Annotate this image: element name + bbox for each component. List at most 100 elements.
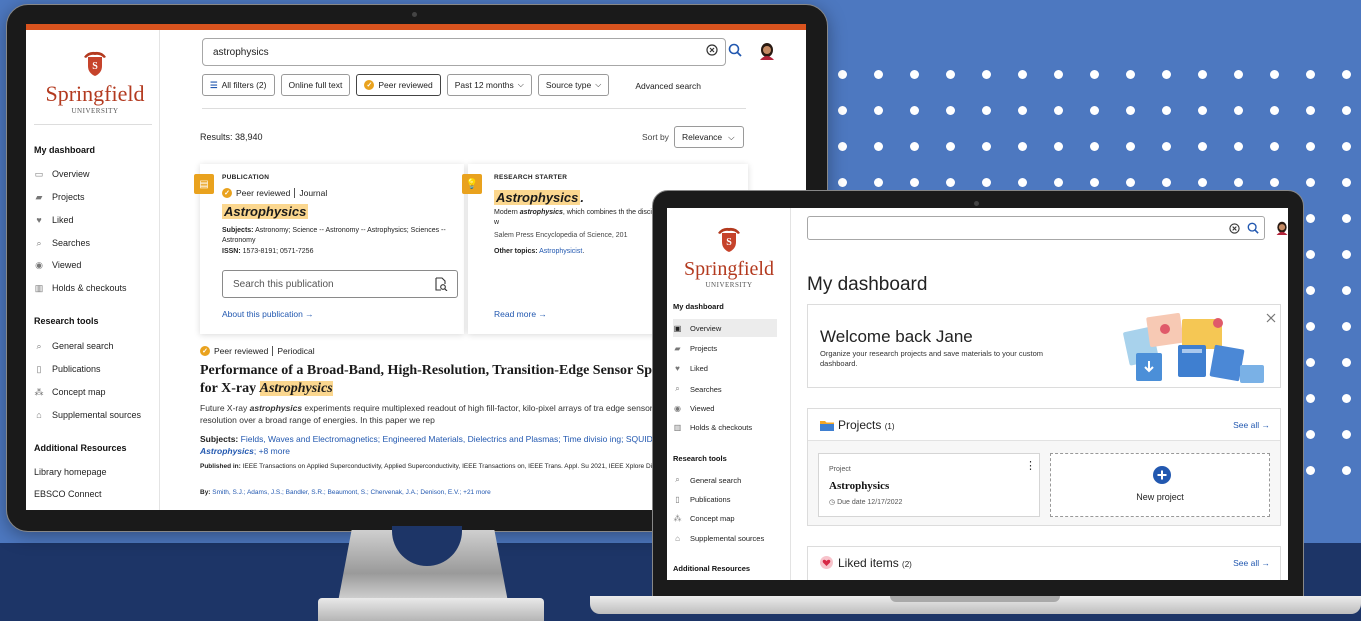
decor-dot [838,70,847,79]
clear-icon[interactable] [706,44,718,56]
liked-see-all-link[interactable]: See all → [1233,558,1270,568]
new-project-button[interactable]: New project [1050,453,1270,517]
logo[interactable]: S Springfield UNIVERSITY [677,224,781,289]
search-input[interactable]: astrophysics [202,38,726,66]
decor-dot [946,178,955,187]
sidebar-item-supplemental[interactable]: ⌂ Supplemental sources [673,534,764,543]
sidebar-item-general-search[interactable]: ⌕ General search [34,341,113,351]
library-icon: ⌂ [675,534,680,543]
peer-reviewed-badge: ✓ Peer reviewed Journal [222,188,327,198]
sidebar-item-searches[interactable]: ⌕ Searches [34,238,90,248]
decor-dot [1162,178,1171,187]
research-starter-topics: Other topics: Astrophysicist. [494,248,585,255]
logo[interactable]: S Springfield UNIVERSITY [40,48,150,115]
search-input[interactable] [807,216,1265,240]
search-icon[interactable] [1247,222,1259,234]
decor-dot [874,70,883,79]
document-search-icon[interactable] [434,277,448,291]
logo-name: Springfield [45,81,145,106]
research-starter-title[interactable]: Astrophysics. [494,190,584,205]
decor-dot [1342,430,1351,439]
decor-dot [1090,142,1099,151]
sidebar-item-holds[interactable]: ▥ Holds & checkouts [673,423,752,432]
decor-dot [1198,178,1207,187]
all-filters-button[interactable]: ☰ All filters (2) [202,74,275,96]
chevron-down-icon: ⌵ [517,80,524,89]
decor-dot [982,70,991,79]
sidebar-item-general-search[interactable]: ⌕ General search [673,475,741,485]
sidebar-item-supplemental[interactable]: ⌂ Supplemental sources [34,410,141,420]
filter-peer-reviewed[interactable]: ✓ Peer reviewed [356,74,441,96]
logo-sub: UNIVERSITY [71,107,119,115]
projects-panel: Projects (1) See all → Project Astrophys… [807,408,1281,526]
publication-title[interactable]: Astrophysics [222,204,309,219]
decor-dot [1342,394,1351,403]
clear-icon[interactable] [1229,223,1240,234]
plus-circle-icon [1153,466,1171,484]
filter-source-type[interactable]: Source type ⌵ [537,74,610,96]
sidebar-item-publications[interactable]: ▯ Publications [673,495,730,504]
sidebar-heading-dashboard: My dashboard [34,145,96,155]
avatar[interactable] [1275,221,1288,235]
decor-dot [838,106,847,115]
decor-dot [1342,106,1351,115]
folder-icon [820,421,834,431]
filter-past-12-months[interactable]: Past 12 months ⌵ [446,74,532,96]
sidebar-item-label: Concept map [52,387,106,397]
more-options-icon[interactable]: ⋮ [1025,461,1036,472]
decor-dot [1126,70,1135,79]
filter-online-full-text[interactable]: Online full text [280,74,351,96]
heart-icon: ♥ [36,215,42,225]
search-icon[interactable] [728,43,742,57]
peer-reviewed-badge: ✓ Peer reviewed Periodical [200,346,315,356]
sidebar-item-searches[interactable]: ⌕ Searches [673,384,721,394]
sidebar-item-overview[interactable]: ▭ Overview [34,169,90,179]
sidebar-item-label: Publications [52,364,101,374]
project-card[interactable]: Project Astrophysics ◷ Due date 12/17/20… [818,453,1040,517]
advanced-search-link[interactable]: Advanced search [635,74,701,98]
sidebar-item-label: Viewed [52,260,82,270]
sidebar-item-concept-map[interactable]: ⁂ Concept map [673,514,735,523]
clock-icon: ◷ [829,499,836,506]
filter-icon: ☰ [210,79,218,90]
sidebar-item-holds[interactable]: ▥ Holds & checkouts [34,283,127,293]
avatar[interactable] [758,42,776,60]
sidebar-item-liked[interactable]: ♥ Liked [673,364,708,373]
divider [202,108,746,109]
sidebar-item-publications[interactable]: ▯ Publications [34,364,101,374]
sort-select[interactable]: Relevance ⌵ [674,126,744,148]
close-icon[interactable] [1266,313,1276,323]
decor-dot [1270,106,1279,115]
sidebar-item-projects[interactable]: ▰ Projects [673,344,717,353]
decor-dot [1162,70,1171,79]
eye-icon: ◉ [35,260,43,270]
link-library-homepage[interactable]: Library homepage [34,467,107,477]
about-publication-link[interactable]: About this publication → [222,309,314,319]
link-ebsco-connect[interactable]: EBSCO Connect [34,489,102,499]
topic-link[interactable]: Astrophysicist [539,248,582,255]
sidebar-item-projects[interactable]: ▰ Projects [34,192,85,202]
sidebar-item-overview[interactable]: ▣ Overview [673,319,777,337]
projects-see-all-link[interactable]: See all → [1233,420,1270,430]
sidebar: S Springfield UNIVERSITY My dashboard ▭ O… [26,30,160,510]
sidebar-item-liked[interactable]: ♥ Liked [34,215,73,225]
sidebar-item-viewed[interactable]: ◉ Viewed [673,404,714,413]
search-publication-input[interactable]: Search this publication [222,270,458,298]
decor-dot [1342,214,1351,223]
sidebar-heading-resources: Additional Resources [34,443,127,453]
divider [294,188,296,198]
sidebar-item-concept-map[interactable]: ⁂ Concept map [34,387,106,397]
publication-issn: ISSN: 1573-8191; 0571-7256 [222,248,314,255]
project-label: Project [829,466,851,473]
decor-dot [1342,358,1351,367]
books-icon: ▥ [34,283,44,293]
decor-dot [1306,214,1315,223]
sidebar-item-viewed[interactable]: ◉ Viewed [34,260,81,270]
lightbulb-icon: 💡 [462,174,482,194]
publication-subjects: Subjects: Astronomy; Science -- Astronom… [222,227,446,244]
eye-icon: ◉ [674,404,681,413]
sidebar-item-label: Projects [690,344,718,353]
read-more-link[interactable]: Read more → [494,309,547,319]
sidebar-item-label: Liked [690,364,708,373]
svg-text:S: S [726,237,732,248]
